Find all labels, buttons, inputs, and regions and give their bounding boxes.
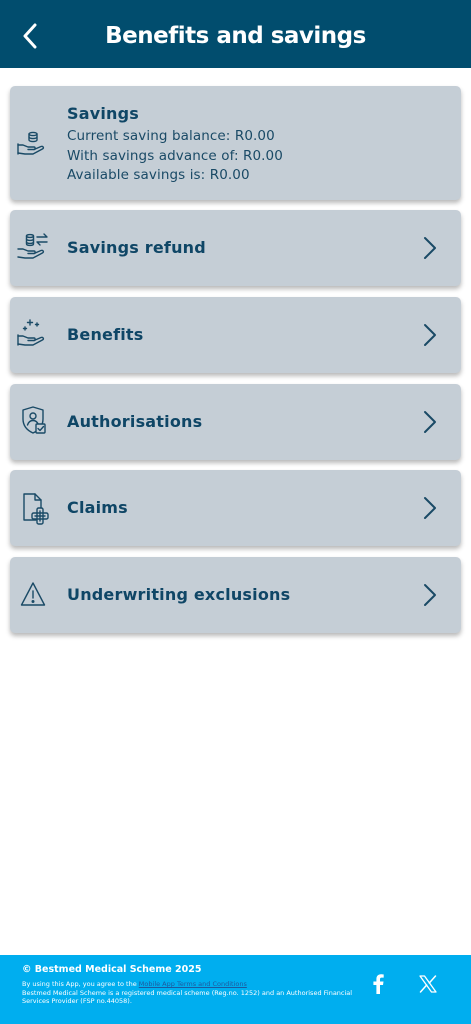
chevron-right-icon [424, 411, 436, 433]
x-twitter-button[interactable] [416, 972, 440, 996]
terms-prefix: By using this App, you agree to the [22, 980, 139, 988]
menu-item-label: Claims [67, 498, 128, 517]
menu-item-label: Benefits [67, 325, 144, 344]
savings-advance: With savings advance of: R0.00 [67, 148, 283, 164]
facebook-button[interactable] [366, 972, 390, 996]
menu-item-authorisations[interactable]: Authorisations [10, 384, 461, 460]
menu-item-underwriting-exclusions[interactable]: Underwriting exclusions [10, 557, 461, 633]
available-savings: Available savings is: R0.00 [67, 167, 250, 183]
hand-coins-icon [17, 131, 45, 155]
page-title: Benefits and savings [105, 23, 366, 49]
savings-card: Savings Current saving balance: R0.00 Wi… [10, 86, 461, 200]
footer-terms: By using this App, you agree to the Mobi… [22, 980, 247, 988]
menu-item-claims[interactable]: Claims [10, 470, 461, 546]
warning-triangle-icon [20, 582, 46, 606]
menu-item-label: Authorisations [67, 412, 203, 431]
chevron-right-icon [424, 237, 436, 259]
menu-item-label: Savings refund [67, 238, 206, 257]
chevron-right-icon [424, 324, 436, 346]
menu-item-savings-refund[interactable]: Savings refund [10, 210, 461, 286]
shield-person-check-icon [22, 406, 46, 434]
footer-copyright: © Bestmed Medical Scheme 2025 [22, 964, 202, 975]
footer: © Bestmed Medical Scheme 2025 By using t… [0, 955, 471, 1024]
menu-item-label: Underwriting exclusions [67, 585, 291, 604]
facebook-icon [373, 974, 384, 994]
x-twitter-icon [419, 975, 437, 993]
terms-link[interactable]: Mobile App Terms and Conditions [139, 980, 247, 988]
hand-sparkles-icon [17, 319, 45, 346]
chevron-right-icon [424, 584, 436, 606]
menu-item-benefits[interactable]: Benefits [10, 297, 461, 373]
savings-title: Savings [67, 104, 140, 123]
app-header: Benefits and savings [0, 0, 471, 68]
footer-registration: Bestmed Medical Scheme is a registered m… [22, 989, 353, 1005]
chevron-right-icon [424, 497, 436, 519]
current-saving-balance: Current saving balance: R0.00 [67, 128, 275, 144]
hand-coins-transfer-icon [17, 233, 48, 259]
document-plus-icon [23, 493, 49, 525]
